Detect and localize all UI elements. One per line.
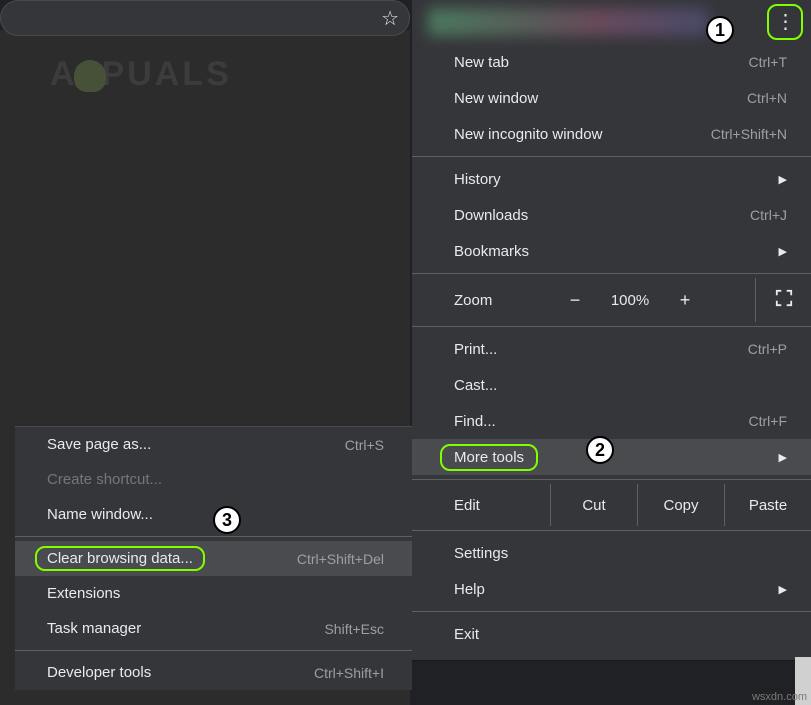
menu-separator — [412, 479, 811, 480]
submenu-separator — [15, 650, 412, 651]
new-window-shortcut: Ctrl+N — [747, 90, 787, 106]
zoom-in-button[interactable]: + — [660, 290, 710, 311]
find-shortcut: Ctrl+F — [749, 413, 788, 429]
save-page-label: Save page as... — [47, 436, 151, 453]
more-tools-highlight: More tools — [440, 444, 538, 471]
callout-3: 3 — [213, 506, 241, 534]
zoom-label: Zoom — [454, 292, 550, 309]
cut-button[interactable]: Cut — [550, 484, 637, 526]
extensions-label: Extensions — [47, 585, 120, 602]
menu-new-window[interactable]: New window Ctrl+N — [412, 80, 811, 116]
menu-bookmarks[interactable]: Bookmarks ▶ — [412, 233, 811, 269]
paste-button[interactable]: Paste — [724, 484, 811, 526]
submenu-separator — [15, 536, 412, 537]
downloads-label: Downloads — [454, 207, 528, 224]
menu-separator — [412, 326, 811, 327]
menu-exit[interactable]: Exit — [412, 616, 811, 652]
menu-separator — [412, 273, 811, 274]
more-tools-label: More tools — [454, 449, 524, 466]
menu-print[interactable]: Print... Ctrl+P — [412, 331, 811, 367]
menu-downloads[interactable]: Downloads Ctrl+J — [412, 197, 811, 233]
new-window-label: New window — [454, 90, 538, 107]
menu-new-tab[interactable]: New tab Ctrl+T — [412, 44, 811, 80]
exit-label: Exit — [454, 626, 479, 643]
submenu-task-manager[interactable]: Task manager Shift+Esc — [15, 611, 412, 646]
find-label: Find... — [454, 413, 496, 430]
menu-separator — [412, 530, 811, 531]
submenu-save-page[interactable]: Save page as... Ctrl+S — [15, 427, 412, 462]
print-label: Print... — [454, 341, 497, 358]
zoom-value: 100% — [600, 292, 660, 309]
clear-browsing-label: Clear browsing data... — [47, 550, 193, 567]
new-tab-shortcut: Ctrl+T — [749, 54, 788, 70]
watermark: wsxdn.com — [752, 691, 807, 703]
menu-cast[interactable]: Cast... — [412, 367, 811, 403]
new-incognito-label: New incognito window — [454, 126, 602, 143]
create-shortcut-label: Create shortcut... — [47, 471, 162, 488]
chevron-right-icon: ▶ — [779, 583, 787, 596]
kebab-menu-icon[interactable]: ⋮ — [776, 12, 795, 32]
history-label: History — [454, 171, 501, 188]
menu-zoom-row: Zoom − 100% + — [412, 278, 811, 322]
help-label: Help — [454, 581, 485, 598]
menu-separator — [412, 611, 811, 612]
submenu-create-shortcut[interactable]: Create shortcut... — [15, 462, 412, 497]
bookmark-star-icon[interactable]: ☆ — [381, 6, 399, 31]
task-manager-shortcut: Shift+Esc — [324, 621, 384, 637]
task-manager-label: Task manager — [47, 620, 141, 637]
kebab-menu-highlight: ⋮ — [767, 4, 803, 40]
menu-settings[interactable]: Settings — [412, 535, 811, 571]
menu-history[interactable]: History ▶ — [412, 161, 811, 197]
submenu-extensions[interactable]: Extensions — [15, 576, 412, 611]
name-window-label: Name window... — [47, 506, 153, 523]
bookmarks-label: Bookmarks — [454, 243, 529, 260]
fullscreen-icon — [775, 289, 793, 311]
menu-new-incognito[interactable]: New incognito window Ctrl+Shift+N — [412, 116, 811, 152]
save-page-shortcut: Ctrl+S — [345, 437, 384, 453]
clear-browsing-shortcut: Ctrl+Shift+Del — [297, 551, 384, 567]
menu-header-row: ⋮ — [412, 0, 811, 44]
zoom-out-button[interactable]: − — [550, 290, 600, 311]
settings-label: Settings — [454, 545, 508, 562]
address-bar[interactable]: ☆ — [0, 0, 410, 36]
callout-2: 2 — [586, 436, 614, 464]
callout-1: 1 — [706, 16, 734, 44]
print-shortcut: Ctrl+P — [748, 341, 787, 357]
submenu-clear-browsing-data[interactable]: Clear browsing data... Ctrl+Shift+Del — [15, 541, 412, 576]
more-tools-submenu: Save page as... Ctrl+S Create shortcut..… — [15, 426, 412, 690]
chevron-right-icon: ▶ — [779, 451, 787, 464]
edit-label: Edit — [454, 497, 550, 514]
cast-label: Cast... — [454, 377, 497, 394]
profile-avatars-blurred — [428, 8, 708, 36]
fullscreen-button[interactable] — [755, 278, 811, 322]
dev-tools-label: Developer tools — [47, 664, 151, 681]
appuals-logo: APUALS — [50, 55, 232, 94]
chrome-main-menu: ⋮ New tab Ctrl+T New window Ctrl+N New i… — [412, 0, 811, 661]
new-incognito-shortcut: Ctrl+Shift+N — [711, 126, 787, 142]
copy-button[interactable]: Copy — [637, 484, 724, 526]
menu-help[interactable]: Help ▶ — [412, 571, 811, 607]
menu-edit-row: Edit Cut Copy Paste — [412, 484, 811, 526]
dev-tools-shortcut: Ctrl+Shift+I — [314, 665, 384, 681]
menu-separator — [412, 156, 811, 157]
clear-browsing-highlight: Clear browsing data... — [35, 546, 205, 571]
logo-text-right: PUALS — [102, 55, 232, 93]
new-tab-label: New tab — [454, 54, 509, 71]
menu-find[interactable]: Find... Ctrl+F — [412, 403, 811, 439]
logo-mark-icon — [74, 60, 106, 92]
chevron-right-icon: ▶ — [779, 245, 787, 258]
chevron-right-icon: ▶ — [779, 173, 787, 186]
submenu-developer-tools[interactable]: Developer tools Ctrl+Shift+I — [15, 655, 412, 690]
downloads-shortcut: Ctrl+J — [750, 207, 787, 223]
